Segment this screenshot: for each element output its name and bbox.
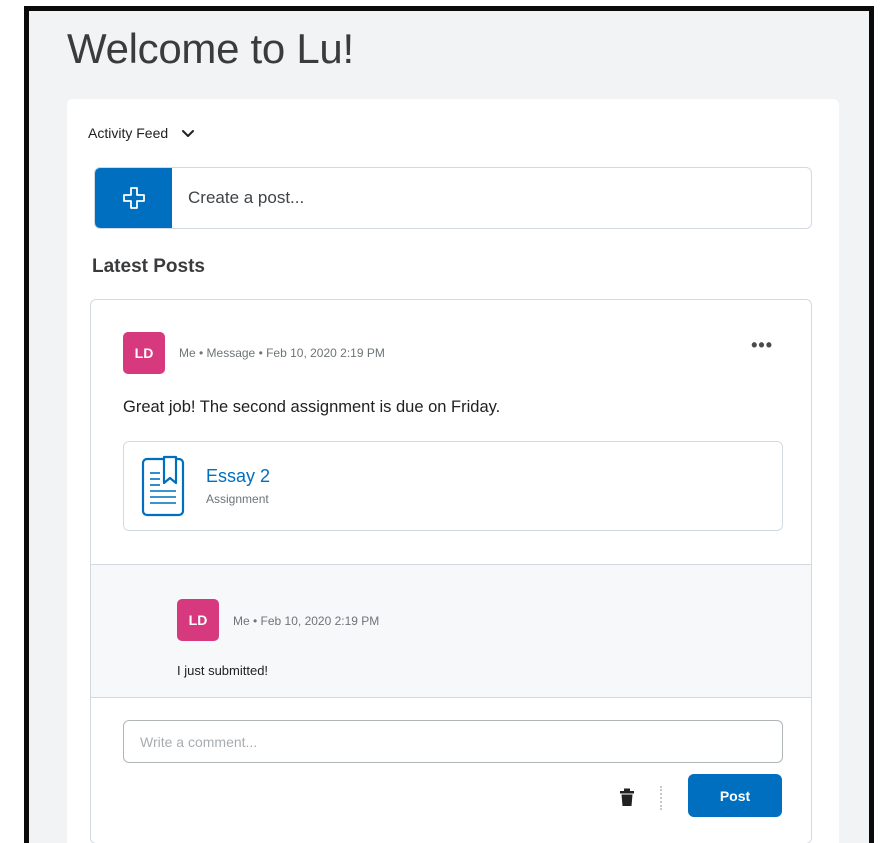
- latest-posts-heading: Latest Posts: [92, 256, 205, 277]
- page-title: Welcome to Lu!: [67, 25, 354, 72]
- activity-feed-card: Activity Feed Create a post... Latest Po…: [67, 99, 839, 843]
- assignment-attachment[interactable]: Essay 2 Assignment: [123, 441, 783, 531]
- chevron-down-icon: [182, 130, 195, 137]
- attachment-type: Assignment: [206, 492, 269, 506]
- comment-input[interactable]: [123, 720, 783, 763]
- reply-meta: Me • Feb 10, 2020 2:19 PM: [233, 614, 380, 628]
- create-post-button[interactable]: [95, 168, 172, 228]
- avatar[interactable]: LD: [123, 332, 165, 374]
- activity-feed-label: Activity Feed: [88, 125, 169, 141]
- plus-icon: [122, 187, 145, 209]
- reply-thread: LD Me • Feb 10, 2020 2:19 PM I just subm…: [91, 564, 811, 698]
- trash-icon[interactable]: [619, 788, 635, 806]
- attachment-title[interactable]: Essay 2: [206, 466, 270, 487]
- more-options-button[interactable]: •••: [751, 336, 773, 354]
- reply-avatar[interactable]: LD: [177, 599, 219, 641]
- feed-post: LD Me • Message • Feb 10, 2020 2:19 PM •…: [90, 299, 812, 843]
- app-frame: Welcome to Lu! Activity Feed Create a po…: [24, 6, 874, 843]
- post-meta: Me • Message • Feb 10, 2020 2:19 PM: [179, 346, 385, 360]
- create-post-box[interactable]: Create a post...: [94, 167, 812, 229]
- activity-feed-dropdown[interactable]: Activity Feed: [88, 125, 196, 141]
- post-text: Great job! The second assignment is due …: [123, 398, 501, 416]
- toolbar-divider: [660, 786, 662, 810]
- reply-text: I just submitted!: [177, 663, 269, 678]
- assignment-icon: [141, 455, 185, 517]
- post-comment-button[interactable]: Post: [688, 774, 782, 817]
- create-post-placeholder[interactable]: Create a post...: [172, 168, 304, 228]
